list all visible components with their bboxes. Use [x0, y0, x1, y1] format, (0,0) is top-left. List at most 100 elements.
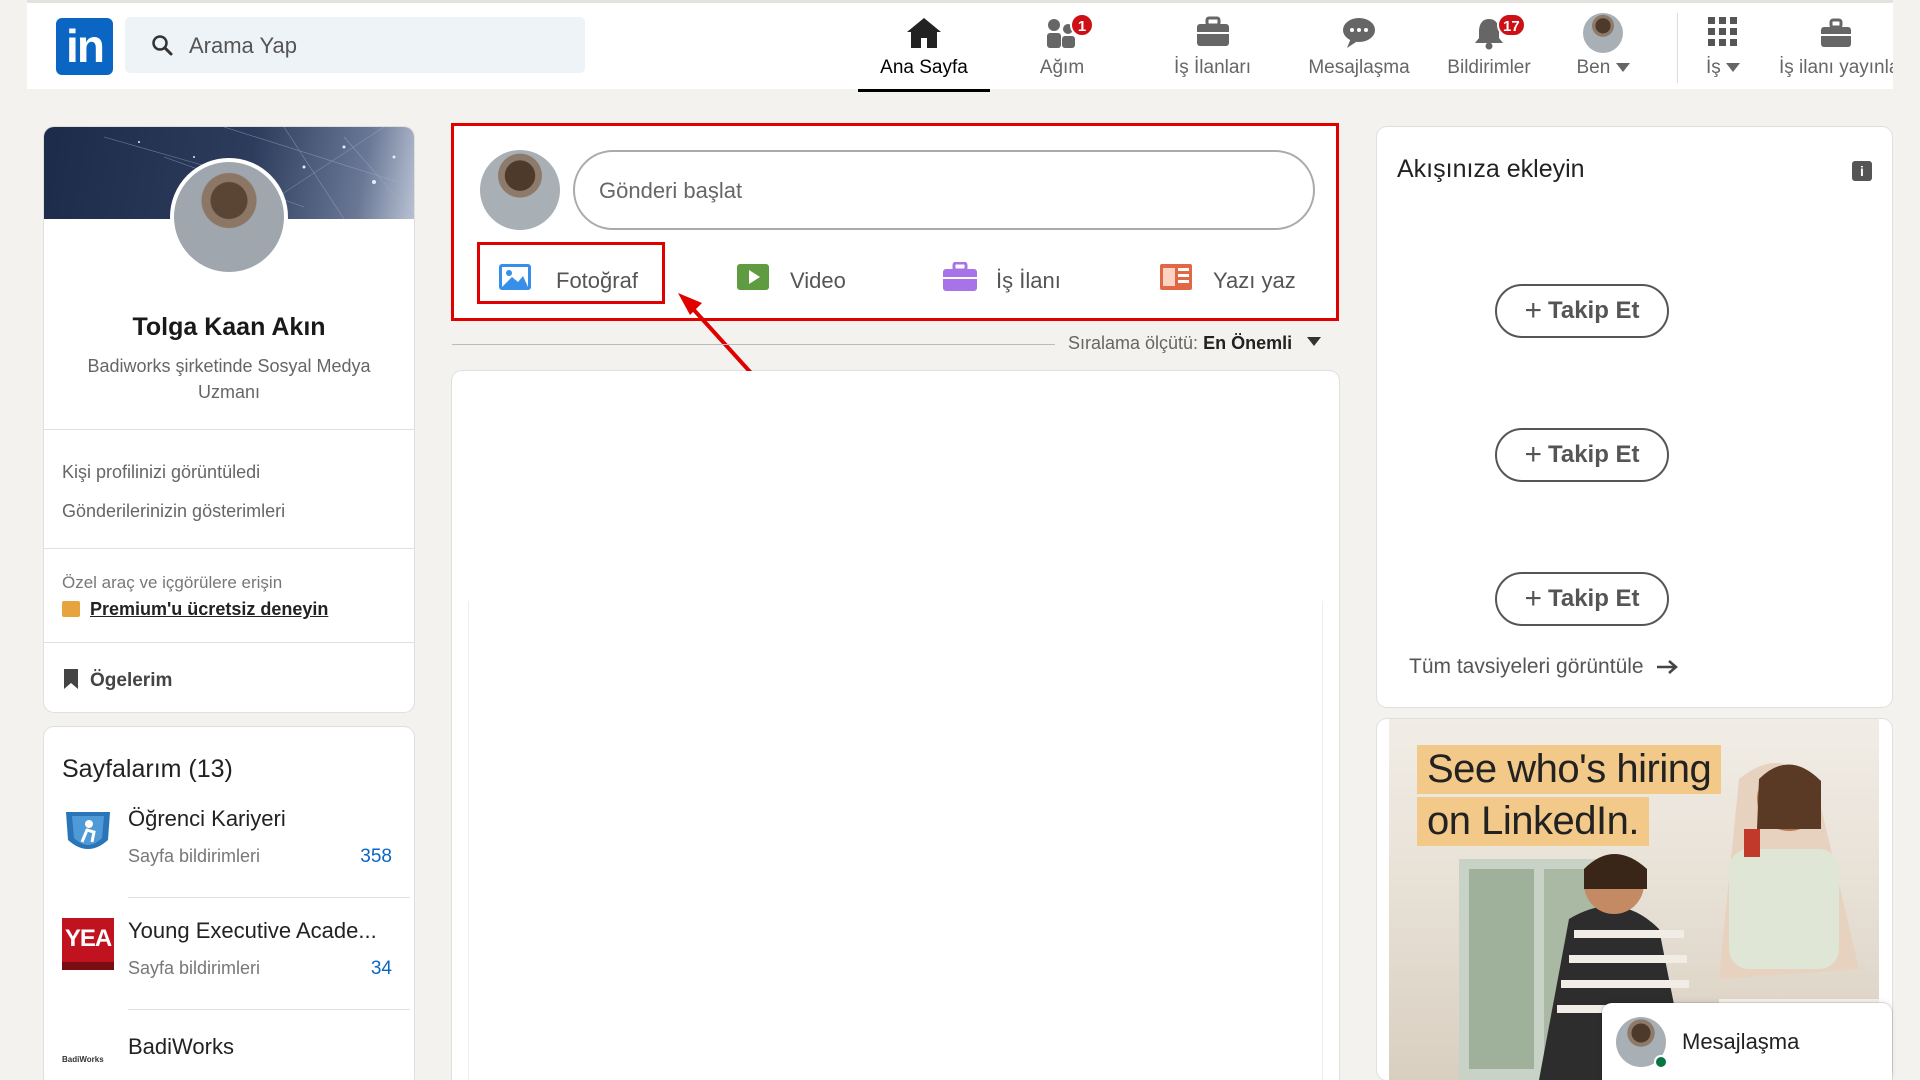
plus-icon: + — [1524, 294, 1542, 327]
avatar-icon — [1583, 13, 1623, 53]
sort-dropdown[interactable]: Sıralama ölçütü: En Önemli — [1068, 333, 1322, 354]
nav-divider — [1677, 13, 1678, 83]
page-name[interactable]: Öğrenci Kariyeri — [128, 806, 286, 832]
nav-jobs[interactable]: İş İlanları — [1155, 13, 1270, 91]
search-icon — [152, 35, 173, 56]
start-post-button[interactable]: Gönderi başlat — [573, 150, 1315, 230]
sort-label: Sıralama ölçütü: — [1068, 333, 1199, 353]
plus-icon: + — [1524, 438, 1542, 471]
linkedin-logo[interactable]: in — [56, 18, 113, 75]
nav-label: İş ilanı yayınla — [1779, 57, 1893, 78]
premium-icon — [62, 601, 80, 617]
pages-title[interactable]: Sayfalarım (13) — [62, 755, 233, 784]
profile-avatar[interactable] — [170, 158, 288, 276]
share-avatar[interactable] — [480, 150, 560, 230]
job-button[interactable]: İş İlanı — [942, 250, 1082, 310]
feed-post-body — [468, 601, 1323, 1080]
profile-card: Tolga Kaan Akın Badiworks şirketinde Sos… — [44, 127, 414, 712]
premium-text: Özel araç ve içgörülere erişin — [62, 573, 283, 592]
nav-me[interactable]: Ben — [1558, 13, 1648, 91]
article-label: Yazı yaz — [1213, 268, 1296, 293]
profile-name[interactable]: Tolga Kaan Akın — [44, 313, 414, 342]
nav-notifications[interactable]: 17 Bildirimler — [1427, 13, 1551, 91]
nav-work[interactable]: İş — [1683, 13, 1763, 91]
chevron-down-icon — [1615, 63, 1630, 72]
message-icon — [1343, 18, 1375, 48]
pages-card: Sayfalarım (13) Öğrenci Kariyeri Sayfa b… — [44, 727, 414, 1080]
ad-headline-line2: on LinkedIn. — [1417, 797, 1649, 846]
premium-link-text[interactable]: Premium'u ücretsiz deneyin — [90, 599, 328, 619]
online-status-dot — [1654, 1055, 1668, 1069]
search-input[interactable]: Arama Yap — [125, 17, 585, 73]
home-icon — [907, 18, 941, 48]
view-all-recommendations-link[interactable]: Tüm tavsiyeleri görüntüle — [1409, 655, 1679, 679]
follow-button[interactable]: + Takip Et — [1495, 428, 1669, 482]
add-to-feed-card: Akışınıza ekleyin i + Takip Et + Takip Et … — [1377, 127, 1892, 707]
nav-post-job[interactable]: İş ilanı yayınla — [1779, 13, 1893, 91]
divider — [44, 429, 414, 430]
nav-home[interactable]: Ana Sayfa — [858, 13, 990, 92]
briefcase-icon — [1196, 16, 1229, 46]
badiworks-logo: BadiWorks — [62, 1034, 114, 1080]
grid-icon — [1708, 17, 1737, 46]
messaging-overlay[interactable]: Mesajlaşma — [1602, 1003, 1892, 1080]
chevron-down-icon — [1307, 337, 1322, 346]
search-placeholder: Arama Yap — [189, 33, 298, 58]
follow-label: Takip Et — [1547, 297, 1640, 324]
follow-button[interactable]: + Takip Et — [1495, 572, 1669, 626]
nav-label: Ana Sayfa — [880, 57, 968, 78]
photo-highlight-box — [477, 242, 665, 304]
start-post-placeholder: Gönderi başlat — [599, 178, 743, 203]
yea-logo: YEA — [62, 918, 114, 970]
nav-messaging[interactable]: Mesajlaşma — [1289, 13, 1429, 91]
ad-headline-line1: See who's hiring — [1417, 745, 1722, 794]
nav-network[interactable]: 1 Ağım — [1012, 13, 1112, 91]
post-job-icon — [1821, 18, 1851, 47]
page-notifications-label: Sayfa bildirimleri — [128, 958, 261, 978]
page-name[interactable]: BadiWorks — [128, 1034, 234, 1060]
add-to-feed-title: Akışınıza ekleyin — [1397, 155, 1585, 183]
nav-label: Ben — [1576, 57, 1611, 78]
top-navigation: in Arama Yap Ana Sayfa 1 Ağım İş İlanlar… — [27, 0, 1893, 92]
profile-views-stat[interactable]: Kişi profilinizi görüntüledi — [62, 462, 260, 483]
nav-label: İş İlanları — [1173, 57, 1252, 78]
divider — [128, 897, 410, 898]
article-icon — [1160, 264, 1192, 290]
job-label: İş İlanı — [996, 268, 1061, 293]
profile-headline: Badiworks şirketinde Sosyal Medya Uzmanı — [87, 356, 371, 402]
chevron-down-icon — [1726, 63, 1741, 72]
messaging-label: Mesajlaşma — [1682, 1029, 1800, 1054]
info-icon[interactable]: i — [1852, 161, 1872, 181]
divider — [44, 548, 414, 549]
follow-label: Takip Et — [1547, 585, 1640, 612]
nav-label: Ağım — [1039, 57, 1085, 78]
notifications-badge: 17 — [1497, 13, 1526, 37]
bookmark-icon — [64, 669, 78, 689]
view-all-label: Tüm tavsiyeleri görüntüle — [1409, 655, 1644, 678]
my-items-link[interactable]: Ögelerim — [62, 668, 172, 692]
post-impressions-stat[interactable]: Gönderilerinizin gösterimleri — [62, 501, 285, 522]
nav-label: İş — [1705, 57, 1721, 78]
plus-icon: + — [1524, 582, 1542, 615]
nav-label: Mesajlaşma — [1308, 57, 1410, 78]
page-notifications-label: Sayfa bildirimleri — [128, 846, 261, 866]
video-label: Video — [790, 268, 846, 293]
nav-label: Bildirimler — [1447, 57, 1531, 78]
sort-value: En Önemli — [1203, 333, 1293, 353]
job-icon — [943, 262, 977, 291]
divider — [128, 1009, 410, 1010]
page-notifications-count[interactable]: 358 — [360, 846, 392, 868]
divider — [44, 642, 414, 643]
follow-label: Takip Et — [1547, 441, 1640, 468]
badiworks-logo-text: BadiWorks — [62, 1055, 104, 1064]
follow-button[interactable]: + Takip Et — [1495, 284, 1669, 338]
premium-link[interactable]: Premium'u ücretsiz deneyin — [62, 599, 328, 620]
feed-post — [452, 371, 1339, 1080]
network-badge: 1 — [1070, 13, 1094, 37]
page-name[interactable]: Young Executive Acade... — [128, 918, 377, 944]
page-notifications-count[interactable]: 34 — [371, 958, 392, 980]
sort-divider — [452, 344, 1055, 345]
ogrenci-kariyeri-logo — [62, 806, 114, 858]
my-items-label: Ögelerim — [90, 670, 173, 691]
article-button[interactable]: Yazı yaz — [1159, 250, 1309, 310]
